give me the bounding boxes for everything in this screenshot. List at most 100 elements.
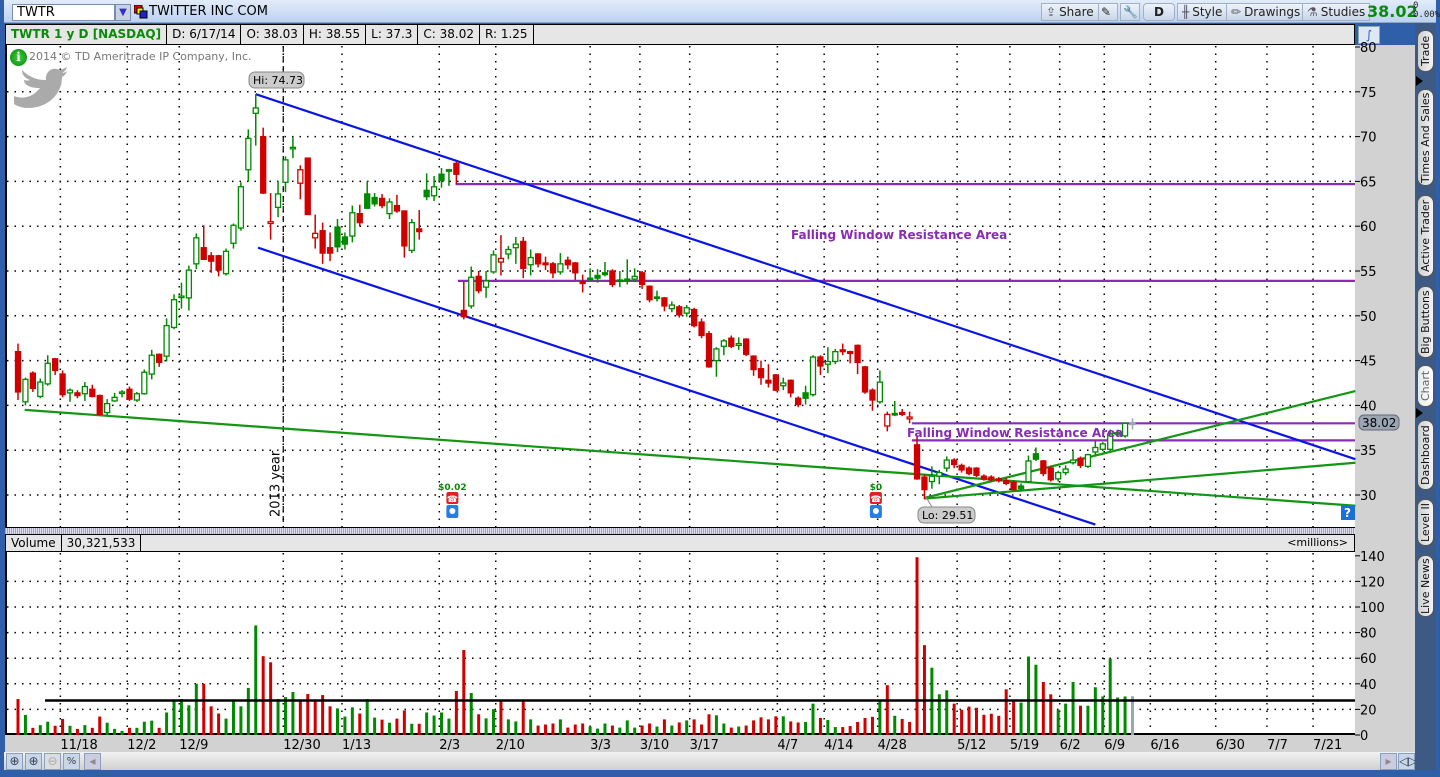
candle-body xyxy=(37,381,44,398)
volume-bar xyxy=(343,716,347,735)
candle-body xyxy=(839,349,846,353)
candle-body xyxy=(282,159,289,183)
candle-body xyxy=(445,169,453,172)
volume-bar xyxy=(989,713,993,735)
price-tick-label: 45 xyxy=(1360,355,1377,370)
time-tick-label: 6/30 xyxy=(1216,738,1245,753)
volume-bar xyxy=(893,715,897,735)
candle-body xyxy=(891,412,898,416)
price-tick-label: 70 xyxy=(1360,131,1377,146)
time-tick-label: 5/12 xyxy=(957,738,986,753)
candle-body xyxy=(356,213,363,224)
candle-body xyxy=(676,306,683,316)
volume-bar xyxy=(276,699,280,735)
candle-body xyxy=(416,228,423,233)
time-tick-label: 12/30 xyxy=(283,738,320,753)
volume-bar xyxy=(588,726,592,735)
volume-bar xyxy=(425,712,429,735)
candle-body xyxy=(312,232,319,239)
thinkorswim-chart-window: TWTR ▼ TWITTER INC COM ⇪ Share ✎ 🔧 D ╫ Sty… xyxy=(0,0,1440,777)
volume-bar xyxy=(231,701,235,735)
volume-bar xyxy=(179,699,183,735)
volume-bar xyxy=(900,719,904,735)
candle-body xyxy=(728,337,735,347)
candle-body xyxy=(237,186,245,229)
candle-body xyxy=(289,146,297,150)
candle-body xyxy=(364,193,371,209)
time-tick-label: 1/13 xyxy=(342,738,371,753)
candle-body xyxy=(564,259,571,266)
candle-body xyxy=(609,270,616,286)
volume-bar xyxy=(127,727,131,735)
volume-bar xyxy=(209,706,213,735)
candle-body xyxy=(215,255,222,271)
volume-bar xyxy=(113,728,117,735)
volume-bar xyxy=(358,713,362,735)
candle-body xyxy=(378,197,386,207)
time-tick-label: 3/3 xyxy=(590,738,611,753)
volume-bar xyxy=(75,728,79,735)
time-tick-label: 11/18 xyxy=(60,738,97,753)
candle-body xyxy=(1077,457,1084,467)
volume-bar xyxy=(974,707,978,735)
volume-bar xyxy=(826,720,830,735)
time-tick-label: 7/21 xyxy=(1313,738,1342,753)
candle-body xyxy=(245,137,252,171)
volume-bar xyxy=(818,717,822,735)
volume-bar xyxy=(1116,697,1120,735)
candle-body xyxy=(698,321,705,337)
volume-bar xyxy=(833,727,837,735)
volume-bar xyxy=(261,656,265,735)
info-icon[interactable]: i xyxy=(10,49,27,66)
time-tick-label: 4/28 xyxy=(878,738,907,753)
help-icon: ? xyxy=(1344,506,1351,520)
volume-bar xyxy=(31,727,35,735)
volume-bar xyxy=(239,706,243,735)
volume-bar xyxy=(1093,687,1097,735)
candle-body xyxy=(170,299,178,329)
candle-body xyxy=(512,243,519,249)
candle-body xyxy=(341,236,349,245)
volume-tick-label: 20 xyxy=(1360,703,1377,718)
price-tick-label: 55 xyxy=(1360,265,1377,280)
volume-bar xyxy=(499,700,503,735)
candle-body xyxy=(638,272,646,286)
volume-bar xyxy=(551,723,555,735)
current-price-label: 38.02 xyxy=(1362,416,1396,430)
candle-body xyxy=(423,189,430,198)
bulb-glyph xyxy=(872,508,879,514)
volume-bar xyxy=(417,723,421,735)
volume-bar xyxy=(1108,658,1112,735)
volume-bar xyxy=(870,716,874,735)
volume-bar xyxy=(492,709,496,735)
candle-body xyxy=(96,394,103,416)
high-label: Hi: 74.73 xyxy=(253,74,303,87)
candle-body xyxy=(586,277,594,281)
volume-bar xyxy=(529,719,533,735)
volume-bar xyxy=(254,625,258,735)
time-tick-label: 3/17 xyxy=(690,738,719,753)
volume-bar xyxy=(105,722,109,735)
candle-body xyxy=(958,464,965,471)
candle-body xyxy=(847,350,854,355)
volume-bar xyxy=(1026,656,1030,735)
volume-bar xyxy=(447,718,451,735)
candle-body xyxy=(765,379,772,384)
candle-body xyxy=(163,325,170,357)
candle-body xyxy=(52,358,59,372)
volume-bar xyxy=(885,685,889,735)
volume-bar xyxy=(796,722,800,735)
volume-bar xyxy=(1101,696,1105,735)
volume-bar xyxy=(811,703,815,735)
candle-body xyxy=(809,356,817,396)
candle-body xyxy=(542,262,549,266)
candle-body xyxy=(267,221,274,225)
volume-bar xyxy=(759,717,763,735)
candle-body xyxy=(252,107,259,114)
volume-bar xyxy=(633,727,637,735)
candle-body xyxy=(705,333,713,368)
time-tick-label: 6/9 xyxy=(1104,738,1125,753)
candle-body xyxy=(802,392,809,399)
candle-body xyxy=(74,392,81,397)
candle-body xyxy=(141,371,148,395)
